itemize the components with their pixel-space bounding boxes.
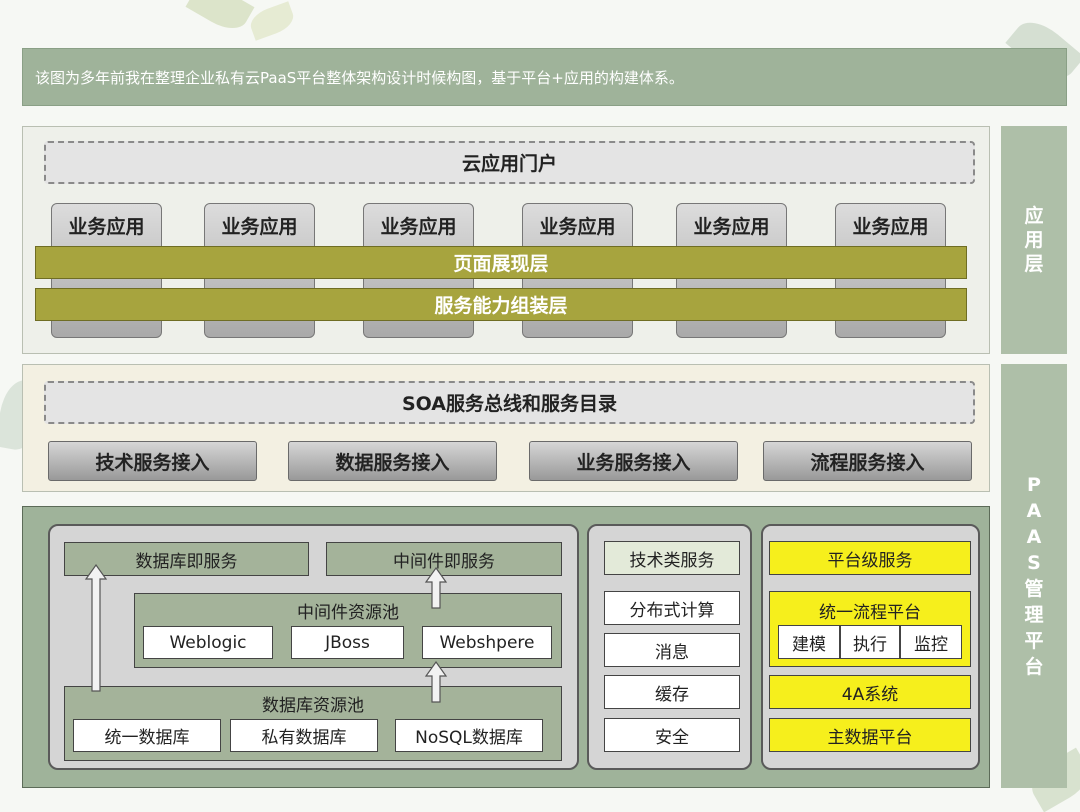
workflow-item: 建模 (778, 625, 840, 659)
middleware-item: Weblogic (143, 626, 273, 659)
platform-services-title-box: 平台级服务 (769, 541, 971, 575)
caption-bar: 该图为多年前我在整理企业私有云PaaS平台整体架构设计时候构图，基于平台+应用的… (22, 48, 1067, 106)
tech-services-title-box: 技术类服务 (604, 541, 740, 575)
tech-services-title: 技术类服务 (629, 550, 715, 571)
access-box: 业务服务接入 (529, 441, 738, 481)
tech-service-item: 分布式计算 (604, 591, 740, 625)
caption-text: 该图为多年前我在整理企业私有云PaaS平台整体架构设计时候构图，基于平台+应用的… (35, 68, 684, 87)
database-item: NoSQL数据库 (395, 719, 543, 752)
tech-service-item: 消息 (604, 633, 740, 667)
access-label: 技术服务接入 (95, 451, 210, 474)
cloud-portal-bar: 云应用门户 (44, 141, 975, 184)
access-box: 数据服务接入 (288, 441, 497, 481)
side-label-paas-text: P A A S 管 理 平 台 (1024, 474, 1044, 678)
cloud-portal-label: 云应用门户 (461, 153, 557, 175)
leaf-decoration (185, 0, 255, 37)
database-item-label: NoSQL数据库 (415, 728, 523, 748)
master-data-label: 主数据平台 (827, 727, 913, 748)
database-item: 私有数据库 (230, 719, 378, 752)
tech-service-item: 安全 (604, 718, 740, 752)
middleware-item-label: Weblogic (169, 632, 247, 653)
service-assembly-label: 服务能力组装层 (434, 295, 568, 317)
middleware-item-label: Webshpere (439, 632, 535, 653)
database-item-label: 统一数据库 (104, 728, 190, 748)
middleware-item: Webshpere (422, 626, 552, 659)
4a-system-box: 4A系统 (769, 675, 971, 709)
access-label: 数据服务接入 (335, 451, 450, 474)
database-item-label: 私有数据库 (261, 728, 347, 748)
soa-bus-label: SOA服务总线和服务目录 (401, 393, 618, 415)
platform-services-title: 平台级服务 (827, 550, 913, 571)
tech-service-label: 消息 (655, 642, 689, 663)
dbaas-label: 数据库即服务 (135, 551, 238, 572)
tech-service-item: 缓存 (604, 675, 740, 709)
middleware-item-label: JBoss (325, 632, 370, 653)
tech-service-label: 缓存 (655, 684, 689, 705)
side-label-app-layer: 应 用 层 (1001, 126, 1067, 354)
workflow-item: 监控 (900, 625, 962, 659)
arrow-up-icon (424, 660, 448, 703)
side-label-app-text: 应 用 层 (1024, 205, 1044, 275)
arrow-up-icon (84, 563, 108, 692)
database-item: 统一数据库 (73, 719, 221, 752)
access-box: 流程服务接入 (763, 441, 972, 481)
service-assembly-bar: 服务能力组装层 (35, 288, 967, 321)
tech-service-label: 安全 (655, 727, 689, 748)
presentation-layer-label: 页面展现层 (453, 253, 549, 275)
4a-system-label: 4A系统 (841, 684, 899, 705)
workflow-item-label: 执行 (853, 634, 887, 655)
tech-service-label: 分布式计算 (629, 600, 715, 621)
access-label: 流程服务接入 (810, 451, 925, 474)
workflow-item-label: 建模 (792, 634, 826, 655)
side-label-paas: P A A S 管 理 平 台 (1001, 364, 1067, 788)
soa-bus-bar: SOA服务总线和服务目录 (44, 381, 975, 424)
workflow-item: 执行 (840, 625, 900, 659)
master-data-box: 主数据平台 (769, 718, 971, 752)
presentation-layer-bar: 页面展现层 (35, 246, 967, 279)
arrow-up-icon (424, 566, 448, 609)
workflow-item-label: 监控 (914, 634, 948, 655)
middleware-item: JBoss (291, 626, 404, 659)
access-box: 技术服务接入 (48, 441, 257, 481)
access-label: 业务服务接入 (576, 451, 691, 474)
